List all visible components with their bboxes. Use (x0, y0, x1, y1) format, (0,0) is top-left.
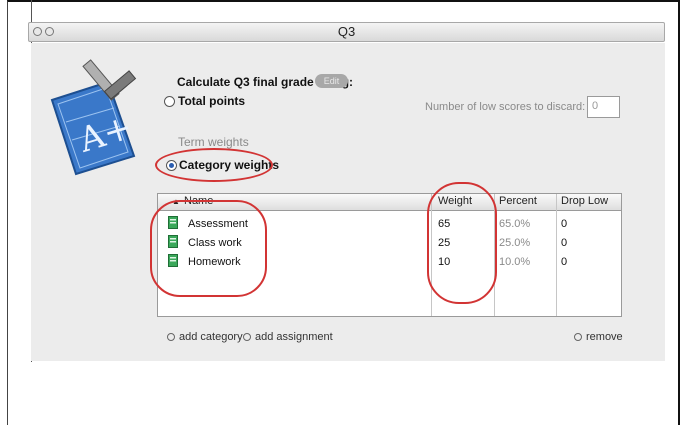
plus-icon (167, 333, 175, 341)
row-drop-low[interactable]: 0 (561, 256, 567, 268)
row-percent: 10.0% (499, 256, 531, 268)
remove-button[interactable]: remove (574, 331, 623, 343)
row-drop-low[interactable]: 0 (561, 237, 567, 249)
add-category-label: add category (179, 331, 243, 343)
add-category-button[interactable]: add category (167, 331, 243, 343)
remove-label: remove (586, 331, 623, 343)
annotation-circle (427, 182, 497, 304)
annotation-circle (155, 148, 273, 182)
column-divider (556, 194, 557, 316)
window-titlebar: Q3 (28, 22, 665, 42)
term-weights-label[interactable]: Term weights (178, 135, 249, 149)
annotation-circle (150, 200, 267, 297)
discard-count-input[interactable]: 0 (587, 96, 620, 118)
add-assignment-label: add assignment (255, 331, 333, 343)
add-assignment-button[interactable]: add assignment (243, 331, 333, 343)
total-points-radio[interactable] (164, 96, 175, 107)
total-points-label[interactable]: Total points (178, 94, 245, 108)
row-percent: 65.0% (499, 218, 531, 230)
discard-low-scores-label: Number of low scores to discard: (425, 101, 586, 113)
gradebook-app-icon: A+ (50, 59, 137, 176)
column-header-drop-low[interactable]: Drop Low (561, 195, 608, 207)
plus-icon (243, 333, 251, 341)
edit-pill-button[interactable]: Edit (315, 74, 348, 88)
row-percent: 25.0% (499, 237, 531, 249)
row-drop-low[interactable]: 0 (561, 218, 567, 230)
window-title: Q3 (337, 24, 356, 39)
column-header-percent[interactable]: Percent (499, 195, 537, 207)
minus-icon (574, 333, 582, 341)
